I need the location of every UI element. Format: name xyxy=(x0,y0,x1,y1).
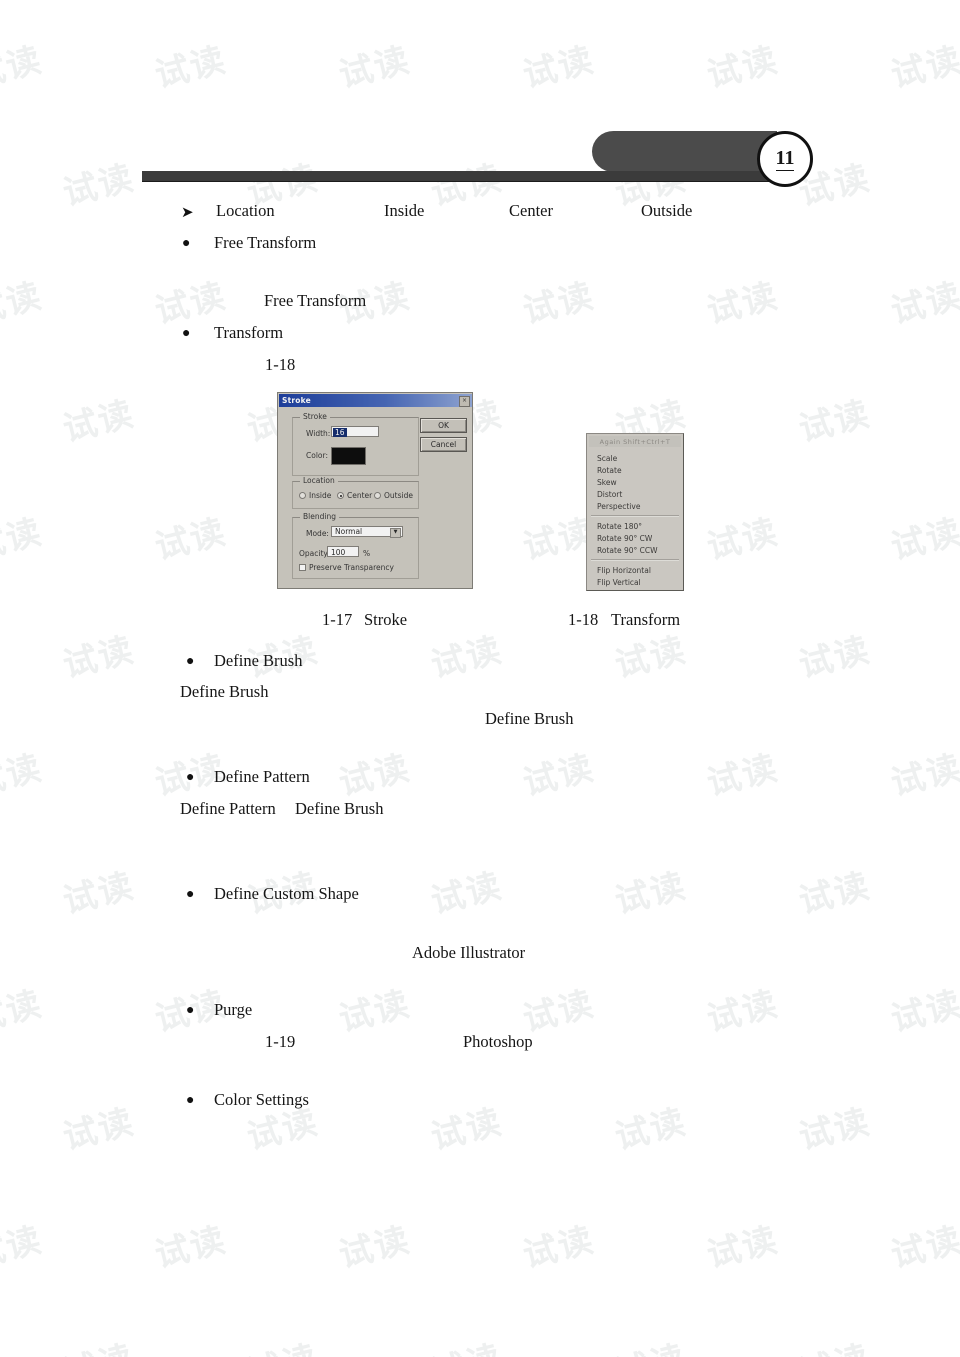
header-rule xyxy=(142,171,778,182)
menu-item-skew[interactable]: Skew xyxy=(597,478,617,487)
menu-separator xyxy=(591,515,679,517)
mode-select[interactable]: Normal ▼ xyxy=(331,526,403,538)
text-adobe-illustrator: Adobe Illustrator xyxy=(412,943,526,962)
menu-item-distort[interactable]: Distort xyxy=(597,490,622,499)
text-define-pattern-ref: Define Pattern xyxy=(180,799,276,818)
blending-group: Blending Mode: Normal ▼ Opacity: 100 % P… xyxy=(292,512,419,579)
document-page: 11 ➤ Location Inside Center Outside ● Fr… xyxy=(0,0,960,1357)
radio-center[interactable] xyxy=(337,492,344,499)
width-label: Width: xyxy=(306,429,331,438)
transform-menu-figure: Again Shift+Ctrl+T Scale Rotate Skew Dis… xyxy=(586,433,684,591)
menu-item-rotate-90-ccw[interactable]: Rotate 90° CCW xyxy=(597,546,658,555)
opacity-label: Opacity: xyxy=(299,549,330,558)
menu-item-rotate[interactable]: Rotate xyxy=(597,466,622,475)
bullet-dot-icon: ● xyxy=(186,1093,195,1108)
stroke-group-label: Stroke xyxy=(300,412,330,421)
menu-item-perspective[interactable]: Perspective xyxy=(597,502,640,511)
bullet-arrow-icon: ➤ xyxy=(181,203,194,221)
mode-value: Normal xyxy=(335,527,363,536)
bullet-dot-icon: ● xyxy=(182,236,191,251)
blending-group-label: Blending xyxy=(300,512,339,521)
section-purge: Purge xyxy=(214,1000,253,1019)
location-option-center: Center xyxy=(509,201,553,220)
section-define-pattern: Define Pattern xyxy=(214,767,310,786)
menu-item-rotate-180[interactable]: Rotate 180° xyxy=(597,522,642,531)
text-define-brush-3: Define Brush xyxy=(295,799,384,818)
preserve-transparency-label: Preserve Transparency xyxy=(309,563,394,572)
text-figure-ref-1-19: 1-19 xyxy=(265,1032,296,1051)
section-define-custom-shape: Define Custom Shape xyxy=(214,884,359,903)
menu-separator xyxy=(591,559,679,561)
menu-item-rotate-90-cw[interactable]: Rotate 90° CW xyxy=(597,534,652,543)
text-free-transform-ref: Free Transform xyxy=(264,291,367,310)
menu-item-flip-horizontal[interactable]: Flip Horizontal xyxy=(597,566,651,575)
stroke-dialog-title: Stroke xyxy=(282,396,311,405)
figure-caption-1-18-number: 1-18 xyxy=(568,610,599,629)
page-number-badge: 11 xyxy=(757,131,813,187)
transform-menu-header: Again Shift+Ctrl+T xyxy=(589,436,681,447)
preserve-transparency-checkbox[interactable] xyxy=(299,564,306,571)
chevron-down-icon[interactable]: ▼ xyxy=(390,528,401,538)
width-value: 16 xyxy=(333,428,347,437)
section-color-settings: Color Settings xyxy=(214,1090,309,1109)
bullet-dot-icon: ● xyxy=(182,326,191,341)
location-option-outside: Outside xyxy=(641,201,693,220)
section-transform: Transform xyxy=(214,323,284,342)
opacity-unit: % xyxy=(363,549,371,558)
text-photoshop: Photoshop xyxy=(463,1032,533,1051)
bullet-dot-icon: ● xyxy=(186,654,195,669)
ok-button[interactable]: OK xyxy=(420,418,467,433)
width-input[interactable]: 16 xyxy=(331,426,379,437)
location-group-label: Location xyxy=(300,476,338,485)
bullet-dot-icon: ● xyxy=(186,887,195,902)
figure-caption-1-17-title: Stroke xyxy=(364,610,408,629)
text-figure-ref-1-18: 1-18 xyxy=(265,355,296,374)
radio-inside-label: Inside xyxy=(309,491,332,500)
section-free-transform: Free Transform xyxy=(214,233,317,252)
location-group: Location Inside Center Outside xyxy=(292,476,419,509)
opacity-input[interactable]: 100 xyxy=(327,546,359,557)
stroke-dialog-titlebar: Stroke × xyxy=(279,394,472,407)
radio-inside[interactable] xyxy=(299,492,306,499)
location-option-inside: Inside xyxy=(384,201,425,220)
opacity-value: 100 xyxy=(331,548,346,557)
color-swatch[interactable] xyxy=(331,447,366,465)
mode-label: Mode: xyxy=(306,529,329,538)
bullet-dot-icon: ● xyxy=(186,770,195,785)
close-icon[interactable]: × xyxy=(459,396,470,407)
radio-outside[interactable] xyxy=(374,492,381,499)
cancel-button[interactable]: Cancel xyxy=(420,437,467,452)
bullet-dot-icon: ● xyxy=(186,1003,195,1018)
radio-outside-label: Outside xyxy=(384,491,413,500)
figure-caption-1-17-number: 1-17 xyxy=(322,610,353,629)
location-label: Location xyxy=(216,201,275,220)
figure-caption-1-18-title: Transform xyxy=(611,610,681,629)
stroke-dialog-figure: Stroke × Stroke Width: 16 Color: Locatio… xyxy=(277,392,473,589)
section-define-brush: Define Brush xyxy=(214,651,303,670)
menu-item-scale[interactable]: Scale xyxy=(597,454,617,463)
text-define-brush-2: Define Brush xyxy=(485,709,574,728)
text-define-brush-1: Define Brush xyxy=(180,682,269,701)
page-header-band xyxy=(0,130,960,192)
header-dark-block xyxy=(592,131,777,172)
menu-item-flip-vertical[interactable]: Flip Vertical xyxy=(597,578,641,587)
radio-center-label: Center xyxy=(347,491,373,500)
color-label: Color: xyxy=(306,451,328,460)
stroke-group: Stroke Width: 16 Color: xyxy=(292,412,419,476)
page-number-text: 11 xyxy=(775,146,795,171)
